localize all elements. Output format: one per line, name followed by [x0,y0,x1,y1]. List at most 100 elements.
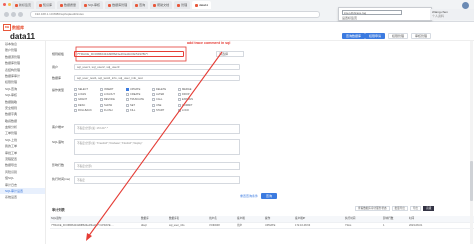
close-window-icon[interactable] [3,3,6,6]
avatar[interactable] [462,2,469,9]
browser-tab[interactable]: 数据库管理 [105,1,131,9]
audit-status-button[interactable]: 查看数据库审计服务状态 [355,206,390,211]
checkbox[interactable] [126,88,129,91]
operation-option[interactable]: GRANT [74,98,100,102]
checkbox[interactable] [100,108,103,112]
permission-manage-button[interactable]: 权限管理 [388,33,409,39]
scroll-thumb[interactable] [470,161,473,201]
operation-option[interactable]: SHOW [100,103,126,107]
operation-option[interactable]: SET [126,103,152,107]
column-header[interactable]: 数据库 [140,216,168,222]
operation-option[interactable]: MERGE [178,88,204,91]
operation-option[interactable]: ROLLBACK [74,108,100,112]
checkbox[interactable] [178,98,181,102]
back-icon[interactable] [4,12,9,17]
checkbox[interactable] [126,108,129,112]
batch-export-button[interactable]: 批量导出 [391,206,408,211]
column-header[interactable]: 执行时间 [344,216,382,222]
column-header[interactable]: 时间 [408,216,462,222]
browser-tab[interactable]: SQL审核 [81,1,104,9]
export-button[interactable]: 导出 [409,206,422,211]
browser-tab[interactable]: 新标签页 [12,1,35,9]
operation-option[interactable]: FLUSH [100,108,126,112]
advanced-button[interactable]: 高级 [423,206,435,211]
column-header[interactable]: 影响行数 [382,216,408,222]
checkbox[interactable] [74,108,77,112]
operation-option[interactable]: ALTER [152,93,178,97]
permission-apply-button[interactable]: 权限申请 [365,33,386,39]
checkbox[interactable] [152,93,155,97]
operation-option[interactable]: CALL [152,98,178,102]
browser-tab[interactable]: 管理 [174,1,191,9]
operation-option[interactable]: DESC [74,103,100,107]
table-row[interactable]: /*TRACE_ID:06866434d9f86d3e4f3a11b*/ UPD… [50,223,474,229]
checkbox[interactable] [74,93,77,97]
browser-tab[interactable]: data11 [192,1,212,9]
browser-tab[interactable]: 查询 [132,1,149,9]
operation-option[interactable]: DELETE [152,88,178,91]
page-scrollbar[interactable] [470,41,473,244]
reload-icon[interactable] [18,12,23,17]
checkbox[interactable] [126,98,129,102]
checkbox[interactable] [100,98,103,102]
template-input[interactable]: /*TRACE_ID:06866434d9f86d3e4f3a11b09c519… [74,51,184,57]
operation-option[interactable]: LOGIN [74,93,100,97]
column-header[interactable]: 客户端IP [294,216,344,222]
time-input[interactable]: 不指定 [74,176,240,184]
column-header[interactable]: 客户端 [236,216,264,222]
checkbox[interactable] [74,98,77,102]
column-header[interactable]: 数据库名 [168,216,208,222]
operation-option[interactable]: USE [152,103,178,107]
operation-option[interactable]: CREATE [126,93,152,97]
sidebar-item[interactable]: 系统设置 [0,194,45,200]
address-bar[interactable]: 192.168.1.10:8080/sql/sqlaudit/index [30,11,320,18]
operation-option[interactable]: UPDATE [126,88,152,91]
operation-option[interactable]: DROP [178,93,204,97]
checkbox[interactable] [126,103,129,107]
db-input[interactable]: sql_user_test1, sql_test2_info, sql_user… [74,75,240,81]
checkbox[interactable] [178,93,181,97]
checkbox[interactable] [178,103,181,107]
operation-option[interactable]: LOGOUT [100,93,126,97]
search-button[interactable]: 查询 [261,193,278,199]
checkbox[interactable] [178,88,181,91]
operation-option[interactable]: KILL [126,108,152,112]
rows-input[interactable]: 不指定(全部) [74,162,240,170]
user-input[interactable]: sql_user1, sql_user2, sql_user3 [74,64,240,70]
checkbox[interactable] [152,98,155,102]
operation-option[interactable]: EXPLAIN [178,98,204,102]
profile-card[interactable]: ziliang.chen 个人资料 [430,9,474,20]
minimize-window-icon[interactable] [8,3,11,6]
checkbox[interactable] [100,103,103,107]
sql-textarea[interactable]: 不指定(全部) 如: "Freebird","Firebase","Firebi… [74,139,240,155]
checkbox[interactable] [74,88,77,91]
ip-textarea[interactable]: 不指定(全部) 如: 172.20.*.* [74,124,240,134]
checkbox[interactable] [126,93,129,97]
browser-tab[interactable]: 帮助文档 [150,1,173,9]
operation-option[interactable]: SELECT [74,88,100,91]
column-header[interactable]: 操作 [264,216,294,222]
checkbox[interactable] [100,93,103,97]
browser-tab[interactable]: 数据质量 [57,1,80,9]
column-header[interactable]: 用户名 [208,216,236,222]
operation-option[interactable]: COMMIT [178,103,204,107]
operation-option[interactable]: INSERT [100,88,126,91]
column-header[interactable]: SQL语句 [50,216,140,222]
audit-manage-button[interactable]: 审核管理 [411,33,432,39]
forward-icon[interactable] [11,12,16,17]
template-select[interactable]: 请选择 [216,51,244,57]
checkbox[interactable] [152,103,155,107]
checkbox[interactable] [178,108,181,112]
checkbox[interactable] [152,108,155,112]
checkbox[interactable] [74,103,77,107]
operation-option[interactable]: REVOKE [100,98,126,102]
checkbox[interactable] [152,88,155,91]
tab-search-input[interactable]: inter.db/trace.log [342,10,402,15]
reset-button[interactable]: 重置查询条件 [240,193,258,199]
operation-option[interactable]: START [152,108,178,112]
operation-option[interactable]: TRUNCATE [126,98,152,102]
checkbox[interactable] [100,88,103,91]
query-db-button[interactable]: 查询数据库 [342,33,366,39]
browser-tab[interactable]: 知识库 [36,1,56,9]
operation-option[interactable]: LOCK [178,108,204,112]
